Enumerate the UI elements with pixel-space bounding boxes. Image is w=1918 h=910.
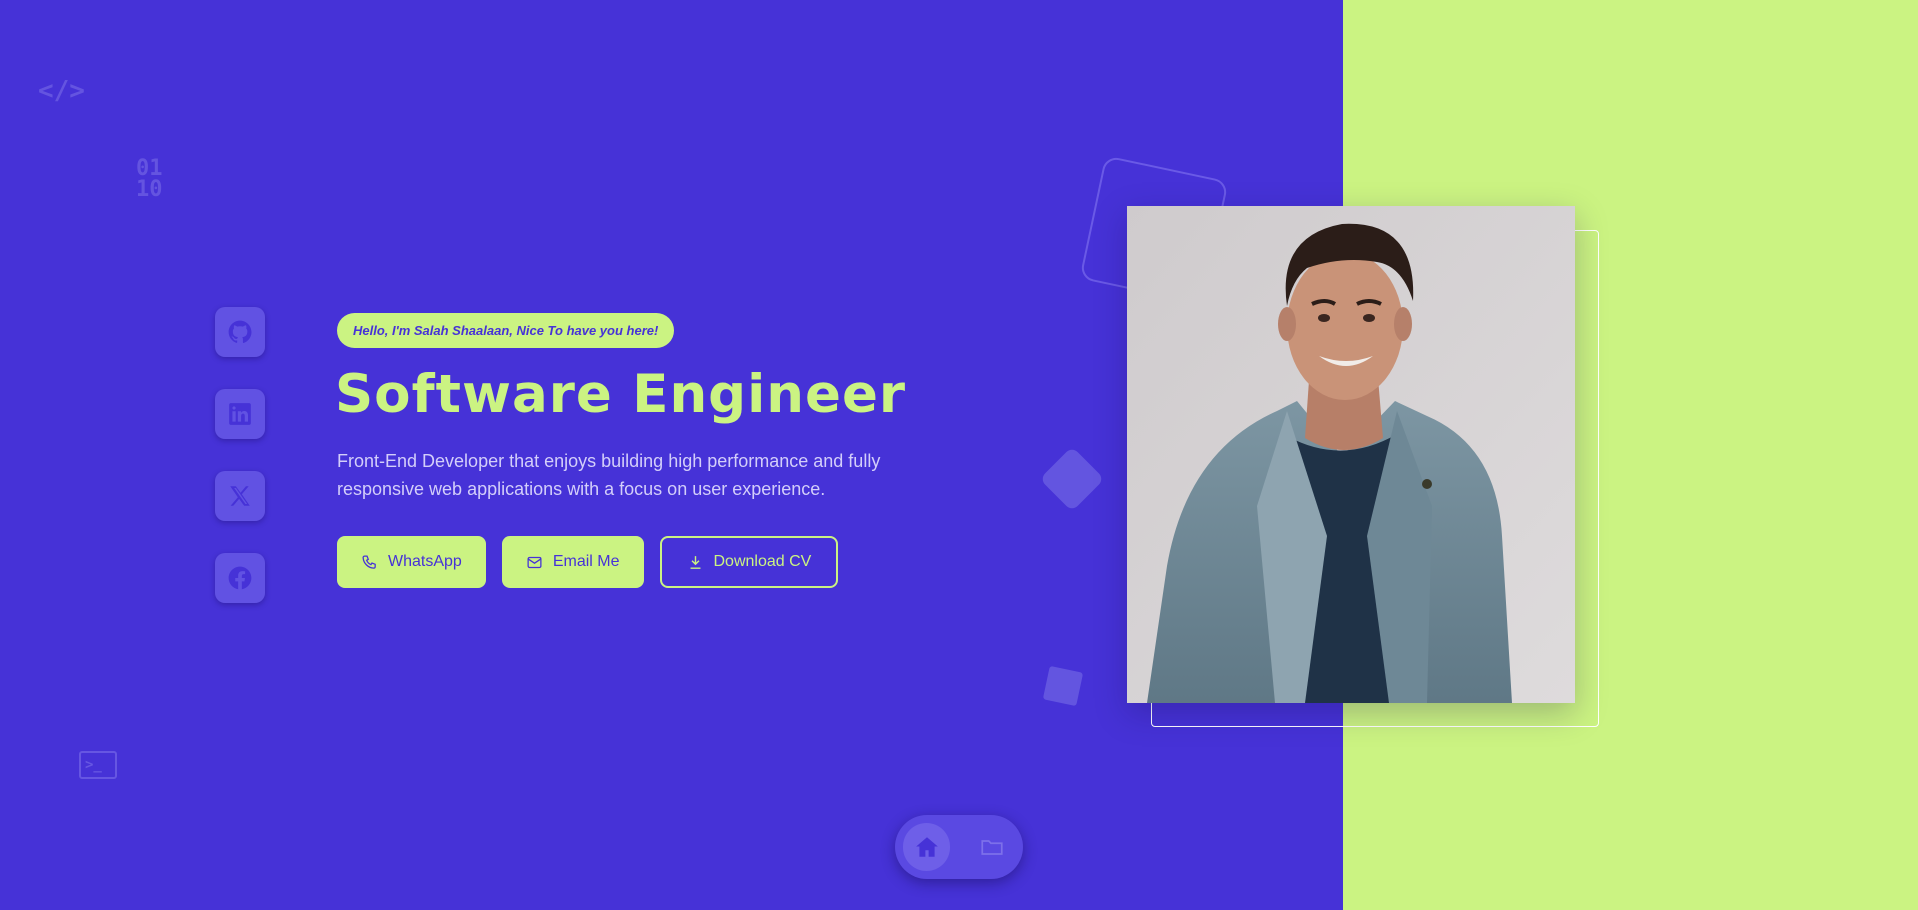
page-title: Software Engineer [335, 364, 907, 425]
hero-actions: WhatsApp Email Me Download CV [337, 536, 937, 588]
dock-home-button[interactable] [903, 823, 950, 871]
x-icon [230, 486, 250, 506]
bottom-dock [895, 815, 1023, 879]
folder-icon [980, 840, 1003, 855]
social-links [215, 307, 265, 635]
whatsapp-button[interactable]: WhatsApp [337, 536, 486, 588]
linkedin-icon [229, 403, 251, 425]
binary-decoration: 01 10 [136, 156, 163, 202]
hero-description: Front-End Developer that enjoys building… [337, 451, 881, 499]
github-icon [228, 320, 252, 343]
email-button-label: Email Me [552, 553, 620, 570]
github-link[interactable] [215, 307, 265, 357]
x-link[interactable] [215, 471, 265, 521]
greeting-badge: Hello, I'm Salah Shaalaan, Nice To have … [337, 313, 675, 348]
terminal-icon: >_ [79, 751, 117, 779]
download-icon [690, 555, 700, 569]
facebook-icon [228, 566, 252, 590]
code-symbol-decoration: </> [38, 76, 85, 106]
whatsapp-button-label: WhatsApp [388, 553, 462, 570]
download-cv-button[interactable]: Download CV [659, 536, 839, 588]
phone-icon [362, 554, 376, 569]
hero-section: Hello, I'm Salah Shaalaan, Nice To have … [335, 313, 937, 588]
portrait-illustration [1127, 206, 1575, 703]
facebook-link[interactable] [215, 553, 265, 603]
home-icon [915, 837, 938, 857]
profile-photo [1127, 206, 1575, 703]
linkedin-link[interactable] [215, 389, 265, 439]
dock-folder-button[interactable] [968, 823, 1015, 871]
binary-line: 01 [136, 156, 163, 181]
mail-icon [527, 556, 542, 568]
email-button[interactable]: Email Me [501, 536, 644, 588]
diamond-decoration [1039, 446, 1105, 512]
binary-line: 10 [136, 177, 163, 202]
download-cv-button-label: Download CV [713, 553, 812, 570]
small-square-decoration [1042, 665, 1084, 707]
